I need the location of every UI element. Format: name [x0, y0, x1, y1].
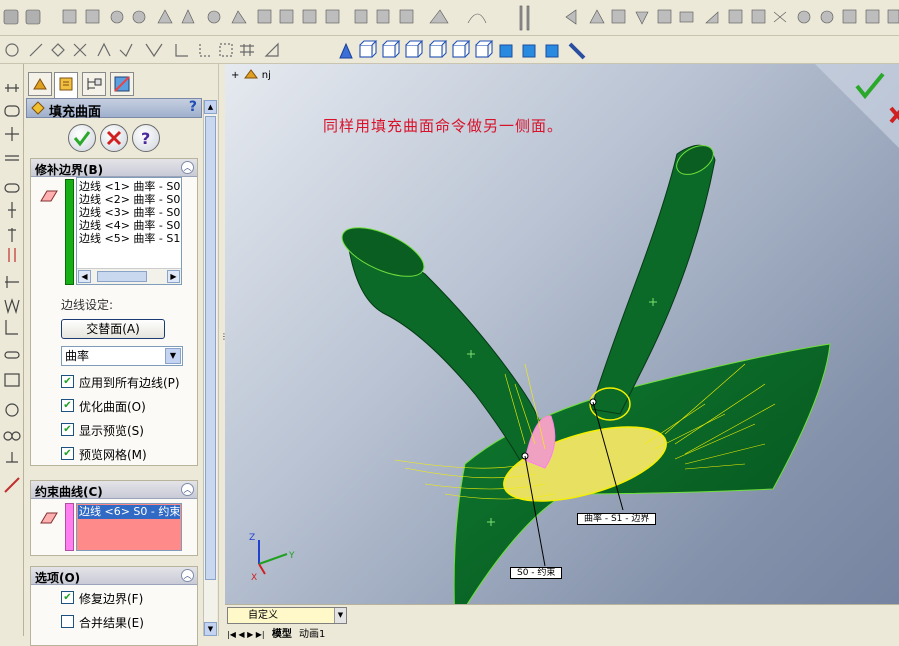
tab-nav-icons[interactable]: |◀ ◀ ▶ ▶|: [227, 630, 265, 639]
list-item[interactable]: 边线 <5> 曲率 - S1 - 边界: [79, 232, 181, 245]
constraint-curves-group: 约束曲线(C) ︿ 边线 <6> S0 - 约束: [30, 480, 198, 556]
list-item[interactable]: 边线 <1> 曲率 - S0 - 约束: [79, 180, 181, 193]
tab-property-manager[interactable]: [54, 72, 78, 98]
triad-x-label: X: [251, 573, 257, 583]
vertical-toolbar-icons: [3, 84, 21, 493]
constraint-curves-title: 约束曲线(C): [35, 485, 103, 499]
show-preview-checkbox[interactable]: ✔: [61, 423, 74, 436]
tab-display-manager[interactable]: [110, 72, 134, 96]
apply-all-checkbox[interactable]: ✔: [61, 375, 74, 388]
edge-icon: [40, 190, 58, 202]
tab-configuration-manager[interactable]: [82, 72, 106, 96]
scroll-thumb[interactable]: [205, 116, 216, 580]
feature-tree-icon: [33, 78, 47, 90]
property-manager-icon: [59, 77, 73, 91]
fix-boundary-label: 修复边界(F): [79, 592, 144, 606]
scroll-left-icon[interactable]: ◀: [78, 270, 91, 283]
list-item[interactable]: 边线 <2> 曲率 - S0 - 约束: [79, 193, 181, 206]
alternate-face-button[interactable]: 交替面(A): [61, 319, 165, 339]
fix-boundary-checkbox[interactable]: ✔: [61, 591, 74, 604]
list-item[interactable]: 边线 <4> 曲率 - S0 - 约束: [79, 219, 181, 232]
property-manager-panel: 填充曲面 ? ? 修补边界(B) ︿ 边线 <1> 曲率 - S0 - 约束 边…: [24, 64, 220, 646]
collapse-chevron-icon[interactable]: ︿: [181, 483, 194, 496]
curvature-value: 曲率: [65, 349, 90, 363]
constraint-curves-header[interactable]: 约束曲线(C) ︿: [31, 481, 197, 499]
feature-title: 填充曲面: [49, 105, 102, 120]
action-buttons: ?: [26, 120, 202, 156]
preview-mesh-label: 预览网格(M): [79, 448, 147, 462]
triad-y-label: Y: [288, 551, 295, 561]
top-toolbar-row1: [0, 0, 899, 36]
constraint-color-bar: [65, 503, 74, 551]
curvature-select[interactable]: 曲率 ▼: [61, 346, 183, 366]
collapse-chevron-icon[interactable]: ︿: [181, 161, 194, 174]
help-question-icon[interactable]: ?: [189, 99, 197, 115]
collapse-chevron-icon[interactable]: ︿: [181, 569, 194, 582]
boundary-edge-list[interactable]: 边线 <1> 曲率 - S0 - 约束 边线 <2> 曲率 - S0 - 约束 …: [76, 177, 182, 285]
bottom-bar: 自定义 ▼ |◀ ◀ ▶ ▶| 模型 动画1: [225, 604, 899, 640]
display-manager-icon: [114, 76, 130, 92]
top-toolbar-row2: [0, 36, 899, 64]
apply-all-label: 应用到所有边线(P): [79, 376, 180, 390]
cancel-x-icon: [106, 130, 122, 146]
patch-boundary-group: 修补边界(B) ︿ 边线 <1> 曲率 - S0 - 约束 边线 <2> 曲率 …: [30, 158, 198, 466]
patch-boundary-title: 修补边界(B): [35, 163, 104, 177]
panel-scrollbar[interactable]: ▲ ▼: [203, 100, 217, 636]
list-item[interactable]: 边线 <3> 曲率 - S0 - 约束: [79, 206, 181, 219]
show-preview-label: 显示预览(S): [79, 424, 144, 438]
list-item[interactable]: 边线 <6> S0 - 约束: [78, 505, 180, 519]
scroll-right-icon[interactable]: ▶: [167, 270, 180, 283]
edge-settings-label: 边线设定:: [61, 298, 114, 312]
optimize-checkbox[interactable]: ✔: [61, 399, 74, 412]
callout-constraint[interactable]: S0 - 约束: [510, 567, 563, 579]
toolbar-icons-row1: [3, 5, 899, 31]
view-orientation-dropdown[interactable]: 自定义 ▼: [227, 607, 347, 624]
bottom-tabs: |◀ ◀ ▶ ▶| 模型 动画1: [227, 625, 325, 640]
optimize-label: 优化曲面(O): [79, 400, 146, 414]
svg-text:?: ?: [141, 129, 150, 148]
scroll-up-icon[interactable]: ▲: [204, 100, 217, 114]
scroll-down-icon[interactable]: ▼: [204, 622, 217, 636]
preview-mesh-checkbox[interactable]: ✔: [61, 447, 74, 460]
triad-z-label: Z: [249, 533, 255, 543]
help-button[interactable]: ?: [132, 124, 160, 152]
graphics-area[interactable]: + nj 同样用填充曲面命令做另一侧面。 Z Y X 曲率 - S1 - 边界 …: [225, 64, 899, 636]
view-triad-icon: Z Y X: [249, 533, 295, 583]
options-header[interactable]: 选项(O) ︿: [31, 567, 197, 585]
merge-result-checkbox[interactable]: [61, 615, 74, 628]
ok-check-icon: [73, 131, 91, 147]
configuration-icon: [87, 78, 102, 90]
cancel-button[interactable]: [100, 124, 128, 152]
horizontal-scrollbar[interactable]: ◀ ▶: [77, 268, 181, 284]
tab-feature-manager[interactable]: [28, 72, 52, 96]
constraint-list[interactable]: 边线 <6> S0 - 约束: [76, 503, 182, 551]
scroll-thumb[interactable]: [97, 271, 147, 282]
patch-boundary-header[interactable]: 修补边界(B) ︿: [31, 159, 197, 177]
splitter[interactable]: ⋮: [218, 64, 228, 636]
toolbar-icons-row2: [5, 40, 586, 60]
sketch-vertical-toolbar: [0, 64, 24, 636]
curve-icon: [40, 512, 58, 524]
chevron-down-icon[interactable]: ▼: [165, 348, 181, 364]
tab-model[interactable]: 模型: [272, 629, 292, 640]
chevron-down-icon[interactable]: ▼: [334, 608, 346, 623]
options-title: 选项(O): [35, 571, 81, 585]
help-circle-icon: ?: [141, 129, 150, 148]
boundary-color-bar: [65, 179, 74, 285]
callout-curvature[interactable]: 曲率 - S1 - 边界: [577, 513, 657, 525]
view-dropdown-value: 自定义: [248, 610, 278, 621]
fill-surface-icon: [31, 101, 45, 115]
ok-button[interactable]: [68, 124, 96, 152]
model-3d-view: Z Y X: [249, 144, 831, 626]
merge-result-label: 合并结果(E): [79, 616, 144, 630]
tab-motion[interactable]: 动画1: [299, 629, 325, 640]
options-group: 选项(O) ︿ ✔ 修复边界(F) 合并结果(E): [30, 566, 198, 646]
feature-header: 填充曲面 ?: [26, 98, 202, 120]
